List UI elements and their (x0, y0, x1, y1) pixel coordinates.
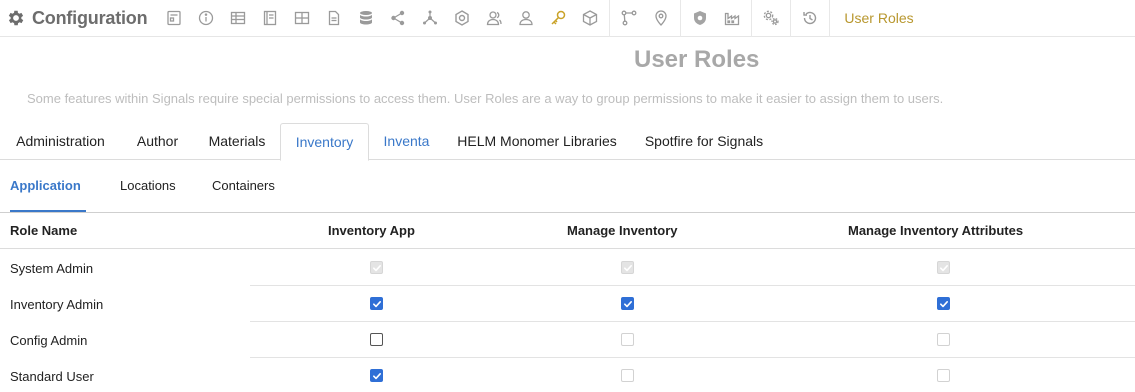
table-row: Inventory Admin (0, 286, 1135, 322)
app-title: Configuration (32, 7, 148, 28)
role-name: Standard User (10, 369, 94, 384)
permission-checkbox (937, 333, 950, 346)
permission-checkbox (621, 333, 634, 346)
info-icon[interactable] (190, 0, 222, 37)
permission-checkbox (937, 369, 950, 382)
form-icon[interactable] (158, 0, 190, 37)
toolbar-divider (751, 0, 753, 37)
permission-checkbox[interactable] (370, 333, 383, 346)
breadcrumb[interactable]: User Roles (844, 10, 913, 26)
permission-checkbox[interactable] (370, 297, 383, 310)
tab-label: Spotfire for Signals (644, 133, 764, 149)
user-icon[interactable] (510, 0, 542, 37)
database-icon[interactable] (350, 0, 382, 37)
table-row: Standard User (0, 358, 1135, 392)
subtab-label: Locations (120, 178, 176, 193)
table-row: System Admin (0, 250, 1135, 286)
permission-checkbox (937, 261, 950, 274)
toolbar-icon-bar (158, 0, 833, 37)
column-header-inventory-app: Inventory App (328, 223, 415, 238)
inventory-subtabs: Application Locations Containers (0, 166, 1135, 213)
shield-icon[interactable] (684, 0, 716, 37)
tab-inventory[interactable]: Inventory (280, 123, 369, 161)
tab-label: Inventa (383, 133, 430, 149)
app-brand: Configuration (0, 0, 148, 37)
share-icon[interactable] (382, 0, 414, 37)
tab-label: Administration (16, 133, 105, 149)
gear-icon (5, 7, 27, 29)
workflow-icon[interactable] (613, 0, 645, 37)
notebook-icon[interactable] (254, 0, 286, 37)
location-icon[interactable] (645, 0, 677, 37)
toolbar-divider (609, 0, 611, 37)
page-description: Some features within Signals require spe… (27, 91, 944, 106)
subtab-containers[interactable]: Containers (212, 166, 275, 212)
grid-icon[interactable] (286, 0, 318, 37)
table-icon[interactable] (222, 0, 254, 37)
permission-checkbox[interactable] (621, 297, 634, 310)
permission-checkbox (621, 369, 634, 382)
subtab-label: Containers (212, 178, 275, 193)
page-title: User Roles (634, 46, 760, 73)
permissions-table-header: Role Name Inventory App Manage Inventory… (0, 213, 1135, 249)
badge-icon[interactable] (446, 0, 478, 37)
role-name: Config Admin (10, 333, 88, 348)
tab-label: Materials (208, 133, 266, 149)
column-header-role-name: Role Name (10, 223, 78, 238)
network-icon[interactable] (414, 0, 446, 37)
permission-checkbox[interactable] (937, 297, 950, 310)
role-category-tabs: Administration Author Materials Inventor… (0, 123, 1135, 161)
tab-administration[interactable]: Administration (0, 123, 121, 160)
tab-label: Inventory (295, 134, 354, 150)
subtab-label: Application (10, 178, 81, 193)
table-row: Config Admin (0, 322, 1135, 358)
subtab-locations[interactable]: Locations (120, 166, 176, 212)
factory-icon[interactable] (716, 0, 748, 37)
column-header-manage-inventory-attributes: Manage Inventory Attributes (848, 223, 1024, 238)
toolbar-divider (829, 0, 831, 37)
top-toolbar: Configuration User Roles (0, 0, 1135, 37)
users-icon[interactable] (478, 0, 510, 37)
cube-icon[interactable] (574, 0, 606, 37)
subtab-application[interactable]: Application (10, 166, 86, 212)
permission-checkbox (621, 261, 634, 274)
permission-checkbox (370, 261, 383, 274)
tab-materials[interactable]: Materials (194, 123, 280, 160)
permission-checkbox[interactable] (370, 369, 383, 382)
tab-label: HELM Monomer Libraries (457, 133, 617, 149)
toolbar-divider (790, 0, 792, 37)
tab-label: Author (136, 133, 179, 149)
tab-inventa[interactable]: Inventa (369, 123, 444, 160)
document-icon[interactable] (318, 0, 350, 37)
history-icon[interactable] (794, 0, 826, 37)
role-name: Inventory Admin (10, 297, 104, 312)
tab-helm-monomer-libraries[interactable]: HELM Monomer Libraries (444, 123, 630, 160)
tab-author[interactable]: Author (121, 123, 194, 160)
column-header-manage-inventory: Manage Inventory (567, 223, 678, 238)
tab-spotfire-for-signals[interactable]: Spotfire for Signals (630, 123, 778, 160)
role-name: System Admin (10, 261, 94, 276)
settings-gears-icon[interactable] (755, 0, 787, 37)
toolbar-divider (680, 0, 682, 37)
key-icon[interactable] (542, 0, 574, 37)
